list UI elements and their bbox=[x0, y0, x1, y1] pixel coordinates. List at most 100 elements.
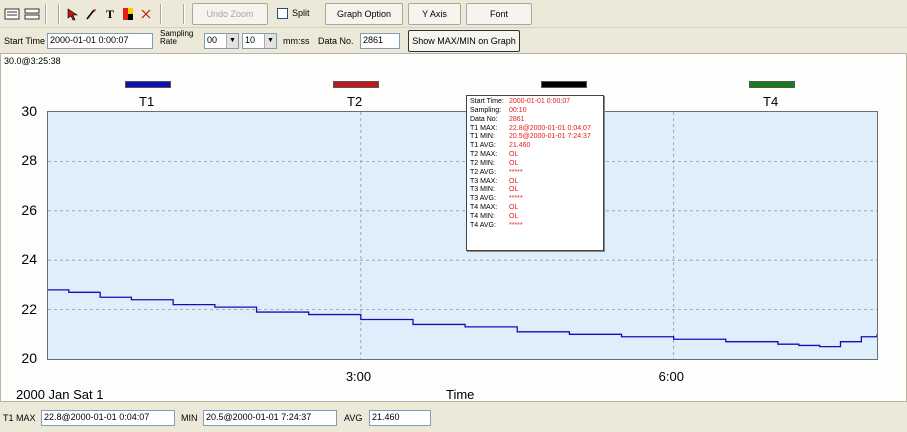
y-tick-label: 22 bbox=[21, 300, 37, 317]
sampling-rate-label: Sampling Rate bbox=[160, 29, 194, 46]
popup-value: ***** bbox=[509, 221, 523, 229]
rate-minutes-select[interactable]: 00 ▼ bbox=[204, 33, 239, 49]
popup-key: Data No: bbox=[470, 115, 498, 123]
avg-label: AVG bbox=[344, 413, 363, 423]
popup-value: 22.8@2000-01-01 0:04:07 bbox=[509, 124, 591, 132]
cursor-readout: 30.0@3:25:38 bbox=[4, 56, 61, 66]
y-tick-label: 28 bbox=[21, 152, 37, 169]
popup-key: T1 MIN: bbox=[470, 133, 495, 141]
popup-row: Sampling: 00:10 bbox=[470, 107, 600, 116]
line-chart bbox=[48, 112, 878, 359]
graph-panel[interactable]: 30.0@3:25:38 T1 T2 T4 30 28 26 24 22 20 3:00 6… bbox=[0, 53, 907, 402]
y-axis-button[interactable]: Y Axis bbox=[408, 3, 461, 25]
plot-area[interactable] bbox=[47, 111, 878, 360]
popup-key: T2 AVG: bbox=[470, 168, 496, 176]
settings-bar: Start Time 2000-01-01 0:00:07 Sampling R… bbox=[0, 28, 907, 53]
rate-unit-label: mm:ss bbox=[283, 36, 310, 46]
date-label: 2000 Jan Sat 1 bbox=[16, 387, 104, 402]
popup-key: T4 AVG: bbox=[470, 221, 496, 229]
legend-swatch-t4 bbox=[749, 81, 795, 88]
max-field: 22.8@2000-01-01 0:04:07 bbox=[41, 410, 175, 426]
popup-key: T1 AVG: bbox=[470, 142, 496, 150]
popup-value: OL bbox=[509, 177, 519, 185]
avg-field: 21.460 bbox=[369, 410, 431, 426]
x-axis-title: Time bbox=[446, 387, 475, 402]
toolbar-separator bbox=[45, 4, 47, 24]
rate-seconds-value: 10 bbox=[245, 35, 256, 45]
popup-key: T4 MIN: bbox=[470, 212, 495, 220]
popup-value: OL bbox=[509, 204, 519, 212]
popup-row: Data No: 2861 bbox=[470, 116, 600, 125]
start-time-label: Start Time bbox=[4, 36, 46, 46]
popup-row: T4 AVG: ***** bbox=[470, 222, 600, 231]
max-label: T1 MAX bbox=[3, 413, 36, 423]
select-pointer-icon[interactable] bbox=[64, 5, 82, 23]
data-no-field[interactable]: 2861 bbox=[360, 33, 400, 49]
series-line-t1 bbox=[48, 289, 878, 348]
popup-value: OL bbox=[509, 159, 519, 167]
legend-label-t1: T1 bbox=[139, 94, 155, 109]
popup-value: ***** bbox=[509, 168, 523, 176]
legend-label-t2: T2 bbox=[347, 94, 363, 109]
popup-key: T3 MIN: bbox=[470, 186, 495, 194]
marker-tool-icon[interactable] bbox=[137, 5, 155, 23]
graph-option-button[interactable]: Graph Option bbox=[325, 3, 403, 25]
color-tool-icon[interactable] bbox=[119, 5, 137, 23]
popup-key: Sampling: bbox=[470, 106, 502, 114]
y-tick-label: 24 bbox=[21, 251, 37, 268]
popup-value: 2861 bbox=[509, 115, 525, 123]
popup-key: T3 MAX: bbox=[470, 177, 498, 185]
split-label: Split bbox=[292, 8, 310, 18]
popup-value: 00:10 bbox=[509, 106, 527, 114]
toolbar-separator bbox=[183, 4, 185, 24]
popup-row: Start Time: 2000-01-01 0:00:07 bbox=[470, 98, 600, 107]
popup-value: 21.460 bbox=[509, 142, 531, 150]
chevron-down-icon[interactable]: ▼ bbox=[264, 34, 276, 48]
popup-row: T4 MAX: OL bbox=[470, 204, 600, 213]
data-no-label: Data No. bbox=[318, 36, 354, 46]
popup-row: T4 MIN: OL bbox=[470, 213, 600, 222]
popup-row: T3 MIN: OL bbox=[470, 186, 600, 195]
text-tool-icon[interactable]: T bbox=[101, 5, 119, 23]
popup-value: OL bbox=[509, 212, 519, 220]
status-bar: T1 MAX 22.8@2000-01-01 0:04:07 MIN 20.5@… bbox=[0, 404, 907, 432]
popup-row: T1 MIN: 20.5@2000-01-01 7:24:37 bbox=[470, 133, 600, 142]
chevron-down-icon[interactable]: ▼ bbox=[226, 34, 238, 48]
main-toolbar: T Undo Zoom Split Graph Option Y Axis Fo… bbox=[0, 0, 907, 28]
undo-zoom-button[interactable]: Undo Zoom bbox=[192, 3, 268, 25]
legend-swatch-t1 bbox=[125, 81, 171, 88]
split-checkbox[interactable] bbox=[277, 8, 288, 19]
min-label: MIN bbox=[181, 413, 198, 423]
rate-seconds-select[interactable]: 10 ▼ bbox=[242, 33, 277, 49]
split-graph-view-icon[interactable] bbox=[23, 5, 41, 23]
show-maxmin-button[interactable]: Show MAX/MIN on Graph bbox=[408, 30, 520, 52]
start-time-field[interactable]: 2000-01-01 0:00:07 bbox=[47, 33, 153, 49]
popup-row: T2 MIN: OL bbox=[470, 160, 600, 169]
y-tick-label: 30 bbox=[21, 103, 37, 119]
toolbar-separator bbox=[160, 4, 162, 24]
stats-popup: Start Time: 2000-01-01 0:00:07 Sampling: 00… bbox=[466, 95, 604, 251]
legend-swatch-t2 bbox=[333, 81, 379, 88]
popup-value: OL bbox=[509, 186, 519, 194]
single-graph-view-icon[interactable] bbox=[3, 5, 21, 23]
popup-value: 20.5@2000-01-01 7:24:37 bbox=[509, 133, 591, 141]
popup-row: T3 MAX: OL bbox=[470, 178, 600, 187]
popup-value: ***** bbox=[509, 195, 523, 203]
popup-row: T2 AVG: ***** bbox=[470, 169, 600, 178]
popup-row: T1 MAX: 22.8@2000-01-01 0:04:07 bbox=[470, 125, 600, 134]
y-tick-label: 20 bbox=[21, 350, 37, 366]
rate-minutes-value: 00 bbox=[207, 35, 218, 45]
popup-key: Start Time: bbox=[470, 98, 504, 105]
popup-row: T2 MAX: OL bbox=[470, 151, 600, 160]
popup-key: T4 MAX: bbox=[470, 204, 498, 212]
cursor-tool-icon[interactable] bbox=[82, 5, 100, 23]
x-tick-label: 3:00 bbox=[345, 369, 372, 384]
popup-key: T2 MAX: bbox=[470, 151, 498, 159]
popup-value: 2000-01-01 0:00:07 bbox=[509, 98, 571, 105]
popup-value: OL bbox=[509, 151, 519, 159]
popup-row: T1 AVG: 21.460 bbox=[470, 142, 600, 151]
popup-row: T3 AVG: ***** bbox=[470, 195, 600, 204]
toolbar-separator bbox=[58, 4, 60, 24]
popup-key: T2 MIN: bbox=[470, 159, 495, 167]
font-button[interactable]: Font bbox=[466, 3, 532, 25]
